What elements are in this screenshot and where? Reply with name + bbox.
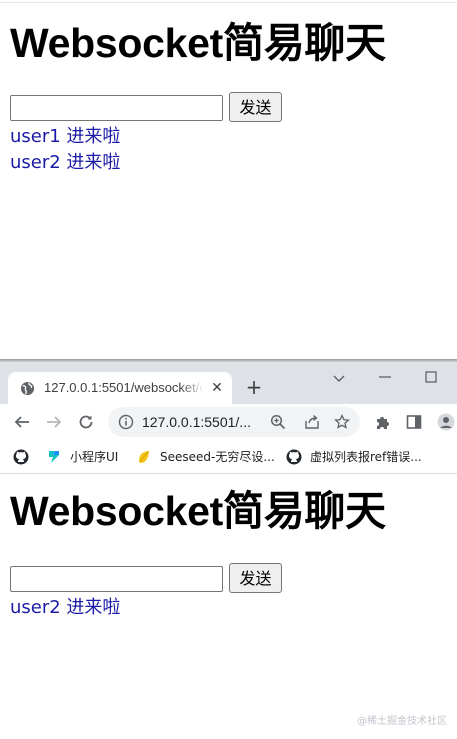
send-button[interactable]: 发送 [229, 563, 282, 593]
chevron-down-icon[interactable] [331, 370, 347, 386]
zoom-icon[interactable] [270, 414, 286, 430]
browser-toolbar: 127.0.0.1:5501/... [0, 404, 457, 440]
page-title: Websocket简易聊天 [10, 488, 386, 534]
extensions-icon[interactable] [373, 413, 391, 431]
back-arrow-icon[interactable] [13, 413, 31, 431]
bookmark-label: Seeseed-无穷尽设... [160, 450, 275, 464]
bookmark-label: 虚拟列表报ref错误... [310, 450, 422, 464]
bookmarks-bar: 小程序UI Seeseed-无穷尽设... 虚拟列表报ref错误... [0, 440, 457, 474]
bookmark-miniprogram-ui[interactable]: 小程序UI [46, 448, 118, 466]
message-item: user1 进来啦 [10, 126, 121, 147]
send-button[interactable]: 发送 [229, 92, 282, 122]
miniprogram-ui-icon [49, 451, 59, 463]
seeseed-icon [139, 451, 149, 463]
message-item: user2 进来啦 [10, 597, 121, 618]
bookmark-label: 小程序UI [70, 450, 119, 464]
active-tab[interactable]: 127.0.0.1:5501/websocket/c ✕ [8, 372, 232, 404]
bookmark-github[interactable] [13, 448, 37, 466]
tab-title: 127.0.0.1:5501/websocket/c [44, 380, 204, 395]
chat-page-top: Websocket简易聊天 发送 user1 进来啦 user2 进来啦 [0, 3, 457, 359]
page-title: Websocket简易聊天 [10, 20, 386, 66]
message-list: user1 进来啦 user2 进来啦 [10, 124, 120, 176]
maximize-icon[interactable] [424, 370, 438, 384]
info-icon[interactable] [118, 414, 134, 430]
tab-strip: 127.0.0.1:5501/websocket/c ✕ + [0, 362, 457, 404]
message-input[interactable] [10, 566, 223, 592]
address-bar[interactable]: 127.0.0.1:5501/... [108, 407, 360, 437]
globe-icon [20, 381, 35, 396]
side-panel-icon[interactable] [405, 413, 423, 431]
close-icon[interactable]: ✕ [208, 379, 226, 397]
new-tab-button[interactable]: + [243, 376, 265, 398]
watermark: @稀土掘金技术社区 [357, 716, 447, 727]
github-icon [286, 449, 302, 465]
bookmark-virtual-list[interactable]: 虚拟列表报ref错误... [286, 448, 422, 466]
reload-icon[interactable] [77, 413, 95, 431]
browser-chrome: 127.0.0.1:5501/websocket/c ✕ + 127.0.0.1… [0, 362, 457, 474]
address-url: 127.0.0.1:5501/... [142, 414, 251, 430]
star-icon[interactable] [334, 414, 350, 430]
message-item: user2 进来啦 [10, 152, 121, 173]
bookmark-seeseed[interactable]: Seeseed-无穷尽设... [136, 448, 275, 466]
message-list: user2 进来啦 [10, 595, 120, 621]
share-icon[interactable] [304, 414, 320, 430]
minimize-icon[interactable] [377, 370, 393, 384]
github-icon [13, 449, 29, 465]
forward-arrow-icon[interactable] [45, 413, 63, 431]
message-input[interactable] [10, 95, 223, 121]
chat-page-bottom: Websocket简易聊天 发送 user2 进来啦 [0, 474, 457, 739]
profile-avatar-icon[interactable] [437, 413, 455, 431]
